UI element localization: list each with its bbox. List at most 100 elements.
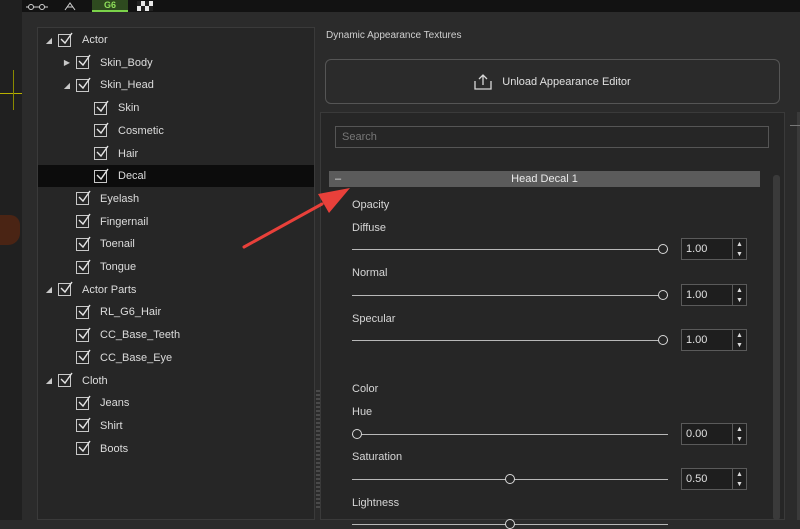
diffuse-slider-handle[interactable]	[658, 244, 668, 254]
tree-item-checkbox[interactable]	[76, 259, 91, 274]
spin-down-icon[interactable]: ▼	[733, 295, 746, 305]
expand-open-icon[interactable]: ◢	[44, 285, 54, 295]
tree-item-label: CC_Base_Eye	[100, 351, 173, 364]
spin-up-icon[interactable]: ▲	[733, 424, 746, 434]
tree-item-label: Skin_Head	[100, 79, 154, 92]
expand-closed-icon[interactable]: ▶	[62, 58, 72, 68]
unload-appearance-editor-button[interactable]: Unload Appearance Editor	[325, 59, 780, 104]
spin-up-icon[interactable]: ▲	[733, 285, 746, 295]
tree-item-checkbox[interactable]	[76, 236, 91, 251]
3d-viewport-edge[interactable]	[0, 0, 22, 520]
saturation-slider-handle[interactable]	[505, 474, 515, 484]
spin-up-icon[interactable]: ▲	[733, 469, 746, 479]
tab-figure[interactable]	[54, 0, 86, 12]
spin-up-icon[interactable]: ▲	[733, 239, 746, 249]
tree-item[interactable]: ◢ Actor Parts	[38, 279, 314, 301]
tree-item-label: Decal	[118, 170, 147, 183]
expand-open-icon[interactable]: ◢	[44, 376, 54, 386]
viewport-guide-line-vertical	[13, 70, 14, 110]
tree-item-checkbox[interactable]	[76, 54, 91, 70]
tree-item-checkbox[interactable]	[76, 213, 91, 229]
checkmark-icon	[96, 168, 109, 180]
tree-item-checkbox[interactable]	[58, 281, 73, 297]
tab-g6-appearance[interactable]: G6	[92, 0, 128, 12]
spin-down-icon[interactable]: ▼	[733, 249, 746, 259]
tree-item[interactable]: ◢ Actor	[38, 29, 314, 51]
tab-sliders[interactable]	[22, 0, 52, 12]
tree-item[interactable]: Hair	[38, 143, 314, 165]
tree-item[interactable]: Skin	[38, 97, 314, 119]
tree-item-label: RL_G6_Hair	[100, 306, 162, 319]
normal-slider-track[interactable]	[352, 295, 668, 296]
tree-item-checkbox[interactable]	[76, 327, 91, 342]
tab-texture[interactable]	[130, 0, 160, 12]
tree-item-checkbox[interactable]	[76, 190, 91, 206]
tree-item[interactable]: Toenail	[38, 233, 314, 255]
tree-item-label: Actor	[82, 34, 108, 46]
tree-item[interactable]: CC_Base_Eye	[38, 347, 314, 369]
tree-item[interactable]: Cosmetic	[38, 120, 314, 142]
diffuse-slider-track[interactable]	[352, 249, 668, 250]
tree-item-checkbox[interactable]	[76, 440, 91, 456]
tree-item-label: Toenail	[100, 238, 135, 251]
normal-value-spinbox[interactable]: 1.00 ▲ ▼	[681, 284, 747, 306]
tree-item-label: Cosmetic	[118, 124, 164, 137]
tree-item-checkbox[interactable]	[58, 32, 73, 47]
tree-item[interactable]: ▶ Skin_Body	[38, 52, 314, 74]
tree-item-checkbox[interactable]	[94, 168, 109, 183]
expand-open-icon[interactable]: ◢	[62, 80, 72, 90]
tree-item-label: Actor Parts	[82, 283, 137, 296]
tree-item-checkbox[interactable]	[76, 417, 91, 433]
tree-item-checkbox[interactable]	[76, 395, 91, 410]
checkmark-icon	[78, 417, 91, 430]
tree-item-checkbox[interactable]	[94, 100, 109, 115]
tree-item[interactable]: Boots	[38, 438, 314, 460]
spin-down-icon[interactable]: ▼	[733, 340, 746, 350]
tree-item-checkbox[interactable]	[58, 372, 73, 387]
tree-item-checkbox[interactable]	[94, 122, 109, 138]
hue-slider-handle[interactable]	[352, 429, 362, 439]
search-input[interactable]	[335, 126, 769, 148]
group-header-head-decal[interactable]: – Head Decal 1	[329, 171, 760, 187]
specular-slider-track[interactable]	[352, 340, 668, 341]
tree-item[interactable]: ◢ Cloth	[38, 370, 314, 392]
saturation-value-spinbox[interactable]: 0.50 ▲ ▼	[681, 468, 747, 490]
expand-open-icon[interactable]: ◢	[44, 35, 54, 45]
normal-slider-handle[interactable]	[658, 290, 668, 300]
tree-item-label: Skin	[118, 102, 140, 115]
spin-down-icon[interactable]: ▼	[733, 479, 746, 489]
tree-item-checkbox[interactable]	[76, 349, 91, 365]
lightness-slider-handle[interactable]	[505, 519, 515, 529]
hue-slider-track[interactable]	[352, 434, 668, 435]
tree-item[interactable]: Eyelash	[38, 188, 314, 210]
viewport-model-fragment	[0, 215, 20, 245]
unload-button-label: Unload Appearance Editor	[502, 75, 631, 88]
specular-slider-handle[interactable]	[658, 335, 668, 345]
tree-item[interactable]: ◢ Skin_Head	[38, 74, 314, 96]
checkmark-icon	[78, 77, 91, 89]
specular-value-spinbox[interactable]: 1.00 ▲ ▼	[681, 329, 747, 351]
tree-item[interactable]: Decal	[38, 165, 314, 188]
tree-item[interactable]: RL_G6_Hair	[38, 301, 314, 323]
tree-item[interactable]: Jeans	[38, 392, 314, 414]
tree-item-checkbox[interactable]	[76, 304, 91, 319]
tree-item[interactable]: CC_Base_Teeth	[38, 324, 314, 346]
tree-item[interactable]: Tongue	[38, 256, 314, 278]
viewport-guide-line	[0, 93, 22, 94]
tree-item-checkbox[interactable]	[94, 145, 109, 160]
spin-down-icon[interactable]: ▼	[733, 434, 746, 444]
tree-item[interactable]: Shirt	[38, 415, 314, 437]
diffuse-value-spinbox[interactable]: 1.00 ▲ ▼	[681, 238, 747, 260]
spin-up-icon[interactable]: ▲	[733, 330, 746, 340]
spin-arrows: ▲ ▼	[732, 285, 746, 305]
tree-item[interactable]: Fingernail	[38, 211, 314, 233]
hue-value-spinbox[interactable]: 0.00 ▲ ▼	[681, 423, 747, 445]
tree-item-checkbox[interactable]	[76, 77, 91, 92]
figure-icon	[64, 2, 76, 11]
vertical-scrollbar[interactable]	[773, 175, 780, 520]
